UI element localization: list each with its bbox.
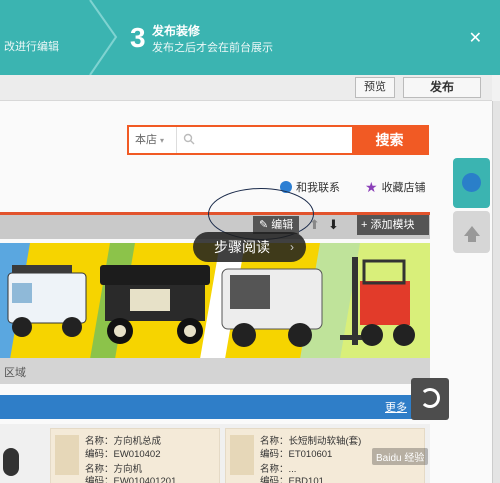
product-thumbnail (55, 435, 79, 475)
preview-button[interactable]: 预览 (355, 77, 395, 98)
product-thumbnail (230, 435, 254, 475)
product-code: 编码：EBD101... (260, 476, 332, 483)
step-subtitle: 发布之后才会在前台展示 (152, 42, 273, 54)
editor-toolbar: 预览 发布 (0, 75, 492, 101)
section-header-grey: 区域 (0, 358, 430, 384)
star-icon: ★ (365, 179, 378, 195)
refresh-button[interactable] (411, 378, 449, 420)
back-to-top-button[interactable] (453, 211, 490, 253)
arrow-up-icon (464, 226, 480, 236)
publish-button[interactable]: 发布 (403, 77, 481, 98)
product-name: 名称：长短制动软轴(套) (260, 436, 362, 447)
step-number: 3 (130, 22, 146, 53)
refresh-icon (420, 388, 440, 408)
step-bar: 改进行编辑 3 发布装修 发布之后才会在前台展示 ✕ (0, 0, 500, 75)
step-reading-pill[interactable]: 步骤阅读 › (193, 232, 306, 262)
search-icon (183, 133, 195, 145)
more-link[interactable]: 更多 (385, 399, 407, 415)
step-reading-label: 步骤阅读 (214, 239, 270, 255)
vertical-scrollbar[interactable] (492, 101, 500, 483)
close-icon[interactable]: ✕ (469, 28, 482, 48)
product-code: 编码：ET010601 (260, 449, 333, 460)
step-title: 发布装修 (152, 24, 201, 38)
previous-step-text: 改进行编辑 (4, 41, 59, 53)
product-code: 编码：EW010401201 (85, 476, 177, 483)
shop-search-bar: 本店 ▾ 搜索 (127, 125, 429, 155)
move-up-icon[interactable]: ⬆ (309, 217, 320, 233)
chevron-right-icon: › (290, 240, 294, 254)
search-button[interactable]: 搜索 (352, 127, 427, 153)
customer-service-widget[interactable] (453, 158, 490, 208)
wheel-image (3, 448, 19, 476)
edit-label: 编辑 (271, 219, 294, 231)
watermark: Baidu 经验 (372, 448, 429, 465)
shop-preview-canvas: 本店 ▾ 搜索 和我联系 ★ 收藏店铺 ✎ 编辑 ⬆ ⬇ + 添加模块 步骤阅读… (0, 101, 492, 483)
add-module-button[interactable]: + 添加模块 (357, 215, 429, 235)
contact-label: 和我联系 (296, 182, 340, 194)
arrow-up-stem (468, 236, 476, 242)
product-code: 编码：EW010402 (85, 449, 161, 460)
chat-bubble-icon (462, 173, 481, 192)
search-scope-select[interactable]: 本店 ▾ (129, 127, 177, 153)
chevron-down-icon: ▾ (160, 136, 165, 145)
favorite-label: 收藏店铺 (381, 182, 426, 194)
step-separator-chevron (89, 0, 118, 75)
section-header-blue: 更多 (0, 395, 430, 419)
product-name: 名称：方向机总成 (85, 436, 162, 447)
favorite-shop-link[interactable]: ★ 收藏店铺 (365, 179, 426, 195)
search-scope-label: 本店 (135, 134, 157, 146)
section-label: 区域 (4, 367, 26, 379)
product-card[interactable]: 名称：方向机总成 编码：EW010402 名称：方向机 编码：EW0104012… (50, 428, 220, 483)
product-list: 名称：方向机总成 编码：EW010402 名称：方向机 编码：EW0104012… (0, 424, 430, 483)
move-down-icon[interactable]: ⬇ (328, 217, 339, 233)
pencil-icon: ✎ (259, 219, 269, 231)
